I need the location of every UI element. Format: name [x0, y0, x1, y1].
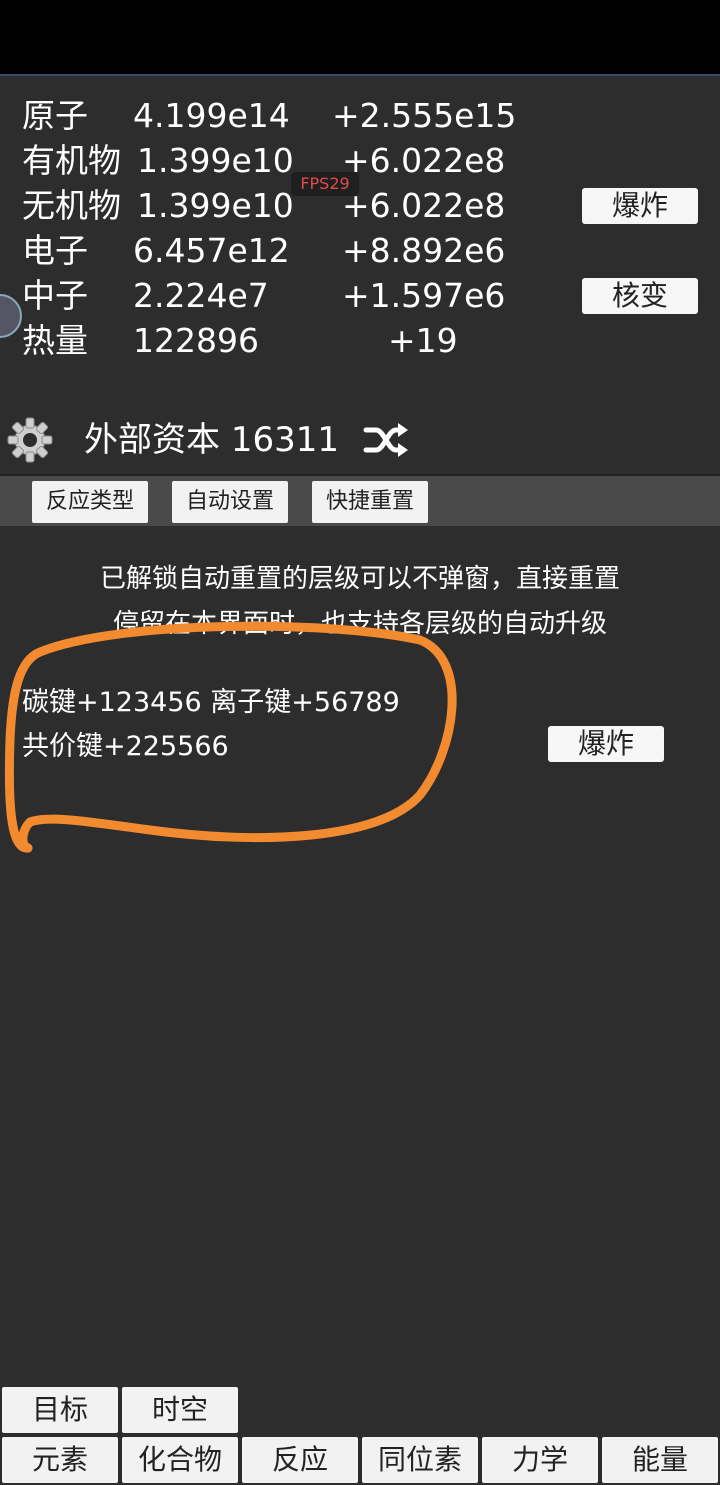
resource-delta: +6.022e8 — [342, 186, 506, 225]
status-bar — [0, 0, 720, 74]
notice-line-2: 停留在本界面时，也支持各层级的自动升级 — [112, 609, 607, 639]
nav-isotopes[interactable]: 同位素 — [362, 1437, 478, 1483]
notice-line-1: 已解锁自动重置的层级可以不弹窗，直接重置 — [99, 564, 620, 594]
resource-name: 原子 — [22, 96, 88, 135]
bond-explode-button[interactable]: 爆炸 — [548, 726, 664, 762]
resource-delta: +19 — [388, 321, 458, 360]
resource-name: 无机物 — [22, 186, 121, 225]
resource-name: 中子 — [22, 276, 88, 315]
fission-button[interactable]: 核变 — [582, 278, 698, 314]
resource-delta: +6.022e8 — [342, 141, 506, 180]
tab-auto-settings[interactable]: 自动设置 — [172, 481, 288, 523]
capital-label: 外部资本 — [84, 420, 220, 460]
resource-delta: +2.555e15 — [332, 96, 517, 135]
resource-value: 1.399e10 — [137, 141, 294, 180]
external-capital: 外部资本 16311 — [84, 420, 339, 460]
nav-energy[interactable]: 能量 — [602, 1437, 718, 1483]
bond-line-2: 共价键+225566 — [22, 731, 229, 762]
resource-value: 2.224e7 — [133, 276, 269, 315]
resource-name: 电子 — [22, 231, 88, 270]
nav-mechanics[interactable]: 力学 — [482, 1437, 598, 1483]
resource-value: 6.457e12 — [133, 231, 290, 270]
nav-reaction[interactable]: 反应 — [242, 1437, 358, 1483]
explode-button[interactable]: 爆炸 — [582, 188, 698, 224]
nav-spacetime[interactable]: 时空 — [122, 1387, 238, 1433]
sub-tab-bar: 反应类型 自动设置 快捷重置 — [0, 474, 720, 526]
tab-reaction-type[interactable]: 反应类型 — [32, 481, 148, 523]
tab-quick-reset[interactable]: 快捷重置 — [312, 481, 428, 523]
shuffle-icon[interactable] — [362, 420, 410, 460]
nav-compounds[interactable]: 化合物 — [122, 1437, 238, 1483]
resource-name: 有机物 — [22, 141, 121, 180]
resource-value: 122896 — [133, 321, 259, 360]
resource-value: 4.199e14 — [133, 96, 290, 135]
capital-value: 16311 — [230, 420, 339, 460]
nav-goal[interactable]: 目标 — [2, 1387, 118, 1433]
resource-name: 热量 — [22, 321, 88, 360]
gear-icon[interactable] — [6, 416, 54, 464]
resource-delta: +8.892e6 — [342, 231, 506, 270]
nav-elements[interactable]: 元素 — [2, 1437, 118, 1483]
resource-delta: +1.597e6 — [342, 276, 506, 315]
bond-line-1: 碳键+123456 离子键+56789 — [22, 687, 400, 718]
resource-value: 1.399e10 — [137, 186, 294, 225]
fps-counter: FPS29 — [291, 172, 359, 196]
